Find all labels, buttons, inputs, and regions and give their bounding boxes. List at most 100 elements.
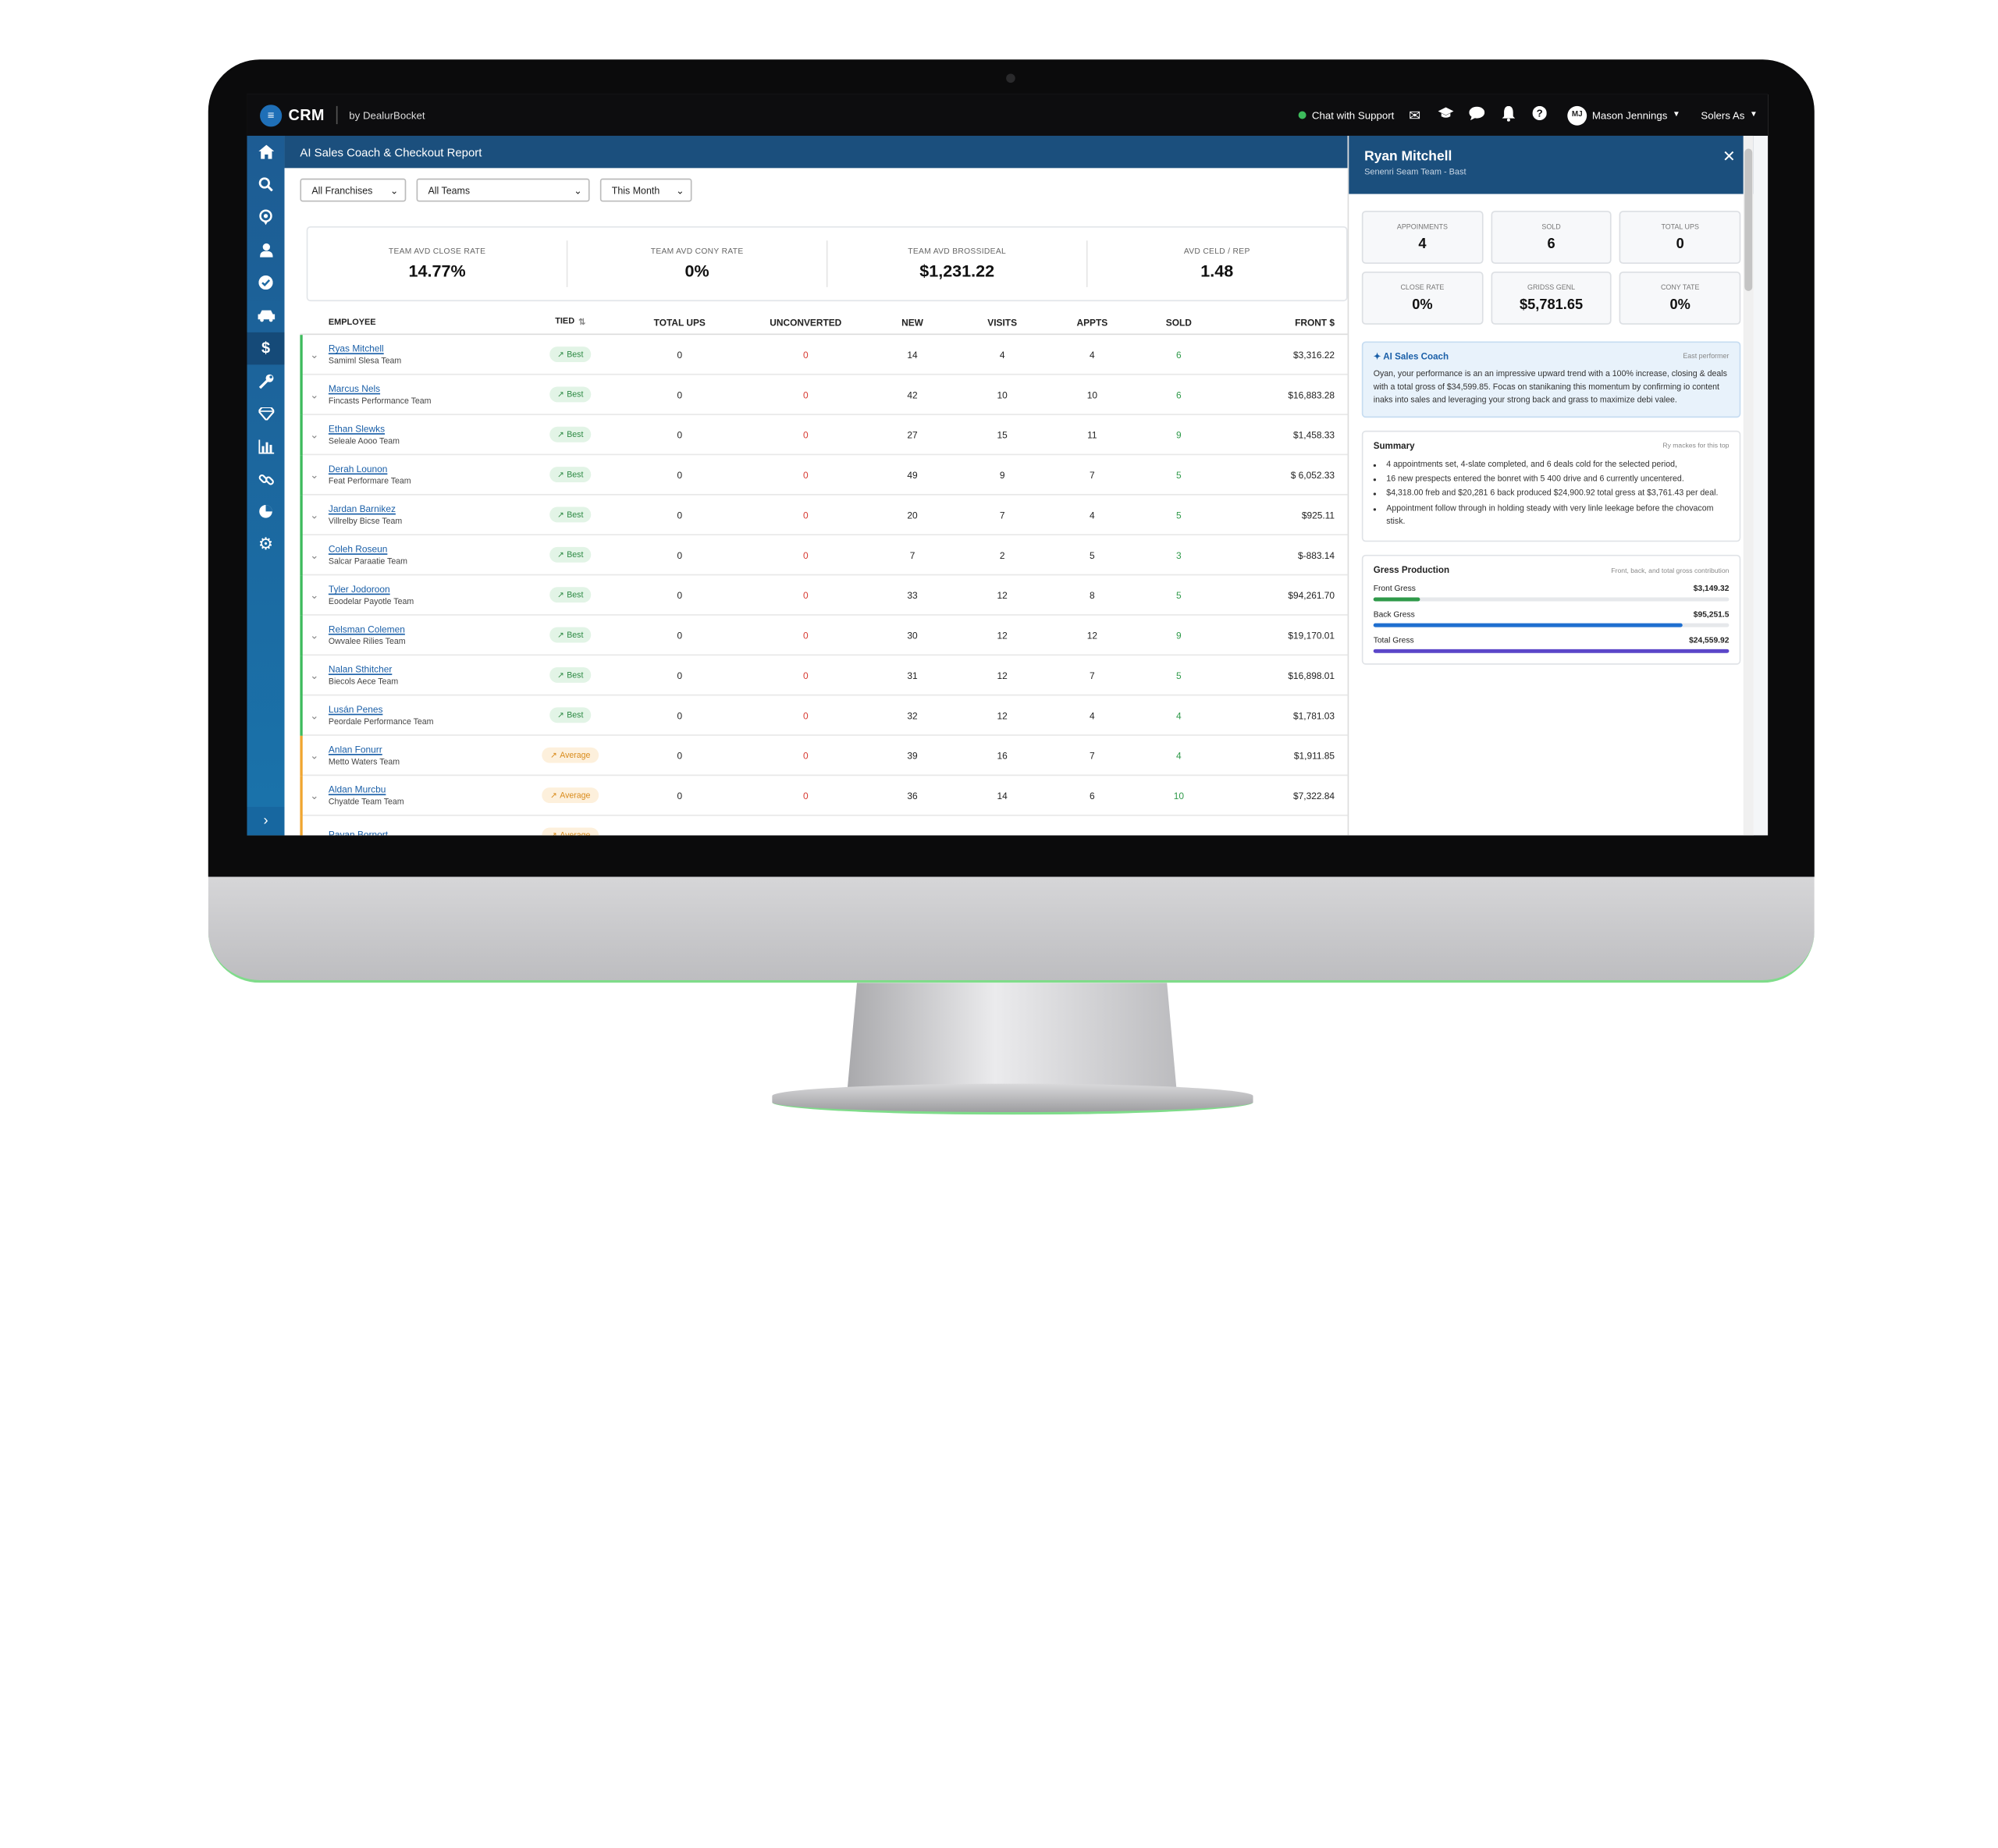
tier-badge: ↗ Best: [549, 627, 592, 643]
employee-name-link[interactable]: Ryas Mitchell: [329, 343, 537, 354]
tier-indicator: [300, 375, 303, 415]
chevron-down-icon[interactable]: ⌄: [300, 790, 328, 801]
chevron-down-icon[interactable]: ⌄: [300, 428, 328, 440]
employee-name-link[interactable]: Nalan Sthitcher: [329, 663, 537, 675]
trend-up-icon: ↗: [557, 631, 564, 641]
chevron-down-icon[interactable]: ⌄: [300, 509, 328, 521]
table-row[interactable]: ⌄ Tyler Jodoroon Eoodelar Payotle Team ↗ Bes…: [300, 575, 1348, 616]
stat-label: CLOSE RATE: [1400, 283, 1445, 292]
chevron-down-icon[interactable]: ⌄: [300, 469, 328, 481]
col-appts[interactable]: APPTS: [1036, 316, 1148, 328]
front-gross-cell: $19,170.01: [1288, 629, 1335, 641]
chat-support-button[interactable]: Chat with Support: [1289, 94, 1404, 136]
appts-cell: 11: [1087, 428, 1097, 441]
chevron-down-icon[interactable]: ⌄: [300, 709, 328, 721]
trend-up-icon: ↗: [557, 670, 564, 681]
table-row[interactable]: ⌄Pavan Bornort ↗Average: [300, 816, 1347, 836]
total-ups-cell: 0: [677, 428, 683, 441]
user-menu[interactable]: MJ Mason Jennings ▼: [1557, 94, 1690, 136]
summary-list: 4 appointments set, 4-slate completed, a…: [1374, 459, 1730, 529]
table-row[interactable]: ⌄ Lusán Penes Peordale Performance Team ↗ Be…: [300, 695, 1348, 736]
table-row[interactable]: ⌄ Coleh Roseun Salcar Paraatie Team ↗ Best 0 0…: [300, 535, 1348, 576]
chevron-right-icon[interactable]: ›: [247, 806, 285, 836]
chevron-down-icon[interactable]: ⌄: [300, 589, 328, 601]
col-tied[interactable]: TIED ⇅: [537, 317, 604, 327]
brand-logo[interactable]: ≡ CRM by DealurBocket: [260, 104, 425, 126]
employee-cell: Pavan Bornort: [329, 828, 537, 835]
tier-badge: ↗ Best: [549, 346, 592, 362]
wrench-icon[interactable]: [247, 364, 284, 397]
table-row[interactable]: ⌄ Derah Lounon Feat Performare Team ↗ Best 0 0…: [300, 455, 1348, 496]
gross-bar-row: Total Gress $24,559.92: [1373, 636, 1730, 653]
sold-cell: 4: [1176, 709, 1182, 721]
table-row[interactable]: ⌄ Aldan Murcbu Chyatde Team Team ↗ Average 0 0…: [300, 776, 1348, 816]
help-icon[interactable]: ?: [1529, 105, 1550, 124]
table-row[interactable]: ⌄ Ryas Mitchell Samiml Slesa Team ↗ Best 0 0 14…: [300, 335, 1348, 375]
col-unconverted[interactable]: UNCONVERTED: [755, 316, 856, 328]
team-select[interactable]: All Teams ⌄: [416, 178, 590, 202]
chevron-down-icon[interactable]: ⌄: [300, 669, 328, 681]
col-sold[interactable]: SOLD: [1148, 316, 1209, 328]
employee-name-link[interactable]: Marcus Nels: [329, 382, 537, 394]
table-row[interactable]: ⌄ Relsman Colemen Owvalee Rilies Team ↗ Best…: [300, 615, 1348, 656]
col-total-ups[interactable]: TOTAL UPS: [604, 316, 755, 328]
mail-icon[interactable]: ✉: [1405, 107, 1426, 123]
store-selector[interactable]: Solers As ▼: [1690, 94, 1768, 136]
employee-name-link[interactable]: Pavan Bornort: [329, 828, 537, 835]
table-row[interactable]: ⌄ Nalan Sthitcher Biecols Aece Team ↗ Best 0 0…: [300, 656, 1348, 696]
employee-name-link[interactable]: Coleh Roseun: [329, 543, 537, 555]
total-ups-cell: 0: [677, 468, 683, 481]
employee-name-link[interactable]: Relsman Colemen: [329, 624, 537, 635]
scrollbar-thumb[interactable]: [1744, 148, 1753, 291]
diamond-icon[interactable]: [247, 397, 284, 430]
bell-icon[interactable]: [1498, 105, 1519, 125]
link-icon[interactable]: [247, 463, 284, 496]
new-cell: 31: [907, 669, 918, 681]
home-icon[interactable]: [247, 136, 284, 169]
logo-by-text: by DealurBocket: [349, 109, 425, 121]
user-icon[interactable]: [247, 234, 284, 267]
kpi-value: 0%: [684, 261, 709, 281]
table-row[interactable]: ⌄ Anlan Fonurr Metto Waters Team ↗ Average 0 0…: [300, 735, 1348, 777]
pie-chart-icon[interactable]: [247, 496, 284, 528]
employee-name-link[interactable]: Ethan Slewks: [329, 423, 537, 435]
franchise-select[interactable]: All Franchises ⌄: [300, 178, 407, 202]
col-tied-label: TIED: [555, 316, 575, 326]
bar-chart-icon[interactable]: [247, 430, 284, 463]
chevron-down-icon[interactable]: ⌄: [300, 629, 328, 641]
car-icon[interactable]: [247, 300, 284, 332]
filter-bar: All Franchises ⌄ All Teams ⌄ This Month …: [300, 178, 692, 202]
graduation-cap-icon[interactable]: [1435, 106, 1456, 124]
close-icon[interactable]: ✕: [1722, 147, 1736, 165]
chevron-down-icon[interactable]: ⌄: [300, 549, 328, 560]
chevron-down-icon[interactable]: ⌄: [300, 389, 328, 400]
period-select[interactable]: This Month ⌄: [599, 178, 692, 202]
col-visits[interactable]: VISITS: [969, 316, 1036, 328]
search-icon[interactable]: [247, 169, 284, 201]
appts-cell: 4: [1090, 509, 1095, 521]
table-row[interactable]: ⌄ Ethan Slewks Seleale Aooo Team ↗ Best 0 0 27 1…: [300, 414, 1348, 456]
chat-bubble-icon[interactable]: [1467, 106, 1488, 124]
check-circle-icon[interactable]: [247, 267, 284, 300]
chevron-down-icon[interactable]: ⌄: [300, 349, 328, 361]
employee-name-link[interactable]: Derah Lounon: [329, 463, 537, 474]
col-front[interactable]: FRONT $: [1209, 316, 1347, 328]
chevron-down-icon[interactable]: ⌄: [300, 830, 328, 835]
table-row[interactable]: ⌄ Marcus Nels Fincasts Performance Team ↗ Be…: [300, 375, 1348, 415]
chevron-down-icon[interactable]: ⌄: [300, 749, 328, 761]
col-new[interactable]: NEW: [856, 316, 969, 328]
table-row[interactable]: ⌄ Jardan Barnikez Villrelby Bicse Team ↗ Bes…: [300, 495, 1348, 535]
tier-indicator: [300, 816, 303, 836]
gear-icon[interactable]: ⚙: [247, 528, 284, 561]
employee-name-link[interactable]: Jardan Barnikez: [329, 503, 537, 515]
appts-cell: 10: [1086, 388, 1097, 400]
panel-scrollbar[interactable]: [1743, 135, 1754, 836]
location-icon[interactable]: [247, 201, 284, 234]
employee-name-link[interactable]: Tyler Jodoroon: [329, 583, 537, 595]
employee-name-link[interactable]: Aldan Murcbu: [329, 784, 537, 795]
employee-name-link[interactable]: Anlan Fonurr: [329, 744, 537, 755]
gross-bars: Front Gress $3,149.32 Back Gress $95,251.5 T…: [1373, 585, 1730, 653]
col-employee[interactable]: EMPLOYEE: [329, 318, 537, 327]
dollar-icon[interactable]: $: [247, 332, 285, 365]
employee-name-link[interactable]: Lusán Penes: [329, 703, 537, 715]
